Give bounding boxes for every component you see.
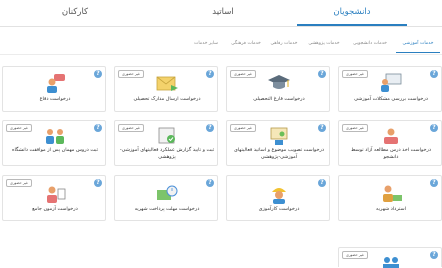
service-card[interactable]: ? درخواست کارآموزی <box>226 175 330 221</box>
card-title: درخواست بررسی مشکلات آموزشی <box>354 96 428 102</box>
sub-tabs-divider <box>0 54 442 55</box>
envelope-arrow-icon <box>156 76 178 91</box>
service-card[interactable]: ? غیر حضوری درخواست بررسی مشکلات آموزشی <box>338 66 442 112</box>
help-icon[interactable]: ? <box>430 124 438 132</box>
speaker-person-icon <box>47 74 65 93</box>
service-card[interactable]: ? غیر حضوری درخواست ارسال مدارک تحصیلی <box>114 66 218 112</box>
help-icon[interactable]: ? <box>206 124 214 132</box>
service-card[interactable]: ? درخواست دفاع <box>2 66 106 112</box>
tab-students[interactable]: دانشجویان <box>297 0 407 26</box>
tab-professors[interactable]: اساتید <box>168 0 278 24</box>
service-card[interactable]: ? درخواست مهلت پرداخت شهریه <box>114 175 218 221</box>
tab-staff[interactable]: کارکنان <box>20 0 130 24</box>
help-icon[interactable]: ? <box>430 70 438 78</box>
money-time-icon <box>157 185 178 200</box>
subtab-other[interactable]: سایر خدمات <box>188 36 224 52</box>
service-card[interactable]: ? غیر حضوری ثبت دروس مهمان پس از موافقت … <box>2 120 106 166</box>
certificate-check-icon <box>158 127 175 144</box>
main-tabs: دانشجویان اساتید کارکنان <box>0 0 442 26</box>
help-icon[interactable]: ? <box>94 179 102 187</box>
card-title: ثبت دروس مهمان پس از موافقت دانشگاه <box>11 147 99 153</box>
group-people-icon <box>46 129 64 144</box>
money-person-icon <box>383 185 402 202</box>
status-badge: غیر حضوری <box>118 70 144 78</box>
status-badge: غیر حضوری <box>342 124 368 132</box>
card-title: درخواست ارسال مدارک تحصیلی <box>133 96 201 102</box>
exam-person-icon <box>47 186 66 203</box>
sub-tabs: خدمات آموزشی خدمات دانشجویی خدمات پژوهشی… <box>0 36 442 54</box>
subtab-welfare[interactable]: خدمات رفاهی <box>266 36 302 52</box>
card-title: درخواست آزمون جامع <box>32 206 78 212</box>
help-icon[interactable]: ? <box>206 179 214 187</box>
status-badge: غیر حضوری <box>342 70 368 78</box>
service-card[interactable]: ? غیر حضوری درخواست آزمون جامع <box>2 175 106 221</box>
card-title: استرداد شهریه <box>376 206 406 212</box>
card-title: درخواست اخذ درس مطالعه آزاد توسط دانشجو <box>350 147 432 160</box>
card-title: درخواست تصویب موضوع و اساتید فعالیتهای آ… <box>233 147 325 160</box>
graduation-cap-icon <box>268 75 290 89</box>
subtab-research[interactable]: خدمات پژوهشی <box>302 36 346 52</box>
people-icon <box>383 257 399 268</box>
help-icon[interactable]: ? <box>318 179 326 187</box>
subtab-student[interactable]: خدمات دانشجویی <box>347 36 393 52</box>
service-card[interactable]: ? غیر حضوری درخواست فارغ التحصیلی <box>226 66 330 112</box>
reader-icon <box>384 128 398 144</box>
card-title: درخواست کارآموزی <box>258 206 300 212</box>
help-icon[interactable]: ? <box>430 179 438 187</box>
subtab-educational[interactable]: خدمات آموزشی <box>396 36 440 53</box>
help-icon[interactable]: ? <box>318 124 326 132</box>
card-title: درخواست مهلت پرداخت شهریه <box>134 206 200 212</box>
service-card[interactable]: ? غیر حضوری درخواست تصویب موضوع و اساتید… <box>226 120 330 166</box>
status-badge: غیر حضوری <box>118 124 144 132</box>
service-card[interactable]: ? استرداد شهریه <box>338 175 442 221</box>
status-badge: غیر حضوری <box>230 70 256 78</box>
card-title: درخواست فارغ التحصیلی <box>253 96 305 102</box>
main-tabs-divider <box>0 26 442 27</box>
status-badge: غیر حضوری <box>6 179 32 187</box>
worker-helmet-icon <box>272 188 286 204</box>
service-card[interactable]: ? غیر حضوری درخواست اخذ درس مطالعه آزاد … <box>338 120 442 166</box>
status-badge: غیر حضوری <box>230 124 256 132</box>
status-badge: غیر حضوری <box>342 251 368 259</box>
certificate-person-icon <box>270 127 288 145</box>
person-board-icon <box>381 73 402 92</box>
help-icon[interactable]: ? <box>206 70 214 78</box>
help-icon[interactable]: ? <box>318 70 326 78</box>
service-card[interactable]: ? غیر حضوری ثبت و تایید گزارش عملکرد فعا… <box>114 120 218 166</box>
card-title: ثبت و تایید گزارش عملکرد فعالیتهای آموزش… <box>119 147 215 160</box>
service-card-partial[interactable]: ? غیر حضوری <box>338 247 442 268</box>
help-icon[interactable]: ? <box>430 251 438 259</box>
subtab-cultural[interactable]: خدمات فرهنگی <box>226 36 266 52</box>
help-icon[interactable]: ? <box>94 124 102 132</box>
card-title: درخواست دفاع <box>39 96 71 102</box>
status-badge: غیر حضوری <box>6 124 32 132</box>
help-icon[interactable]: ? <box>94 70 102 78</box>
